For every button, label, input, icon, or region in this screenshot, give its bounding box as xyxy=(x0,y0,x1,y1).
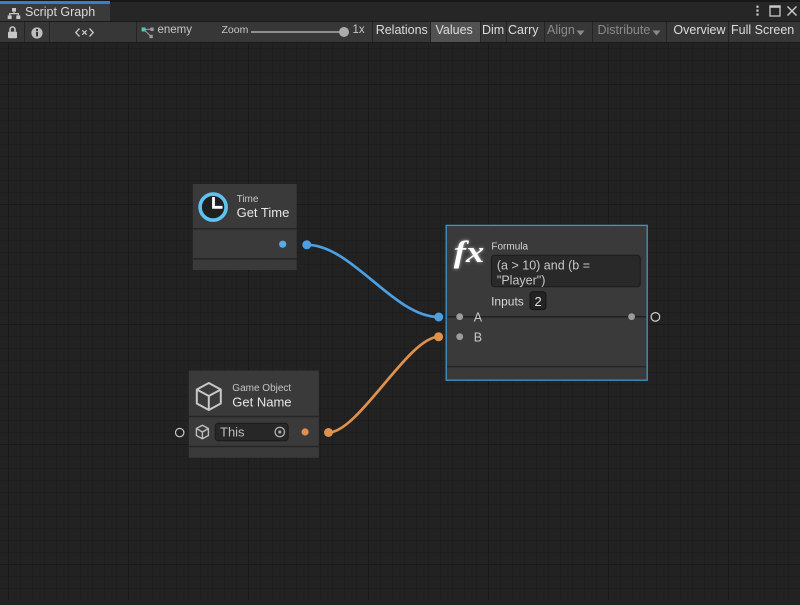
svg-text:(a > 10) and (b =: (a > 10) and (b = xyxy=(497,259,590,273)
svg-text:Inputs: Inputs xyxy=(491,294,524,308)
svg-text:A: A xyxy=(474,311,483,325)
svg-text:Game Object: Game Object xyxy=(232,383,291,394)
svg-text:B: B xyxy=(474,331,482,345)
svg-text:Get Time: Get Time xyxy=(237,205,290,220)
svg-text:"Player"): "Player") xyxy=(497,274,545,288)
svg-text:Formula: Formula xyxy=(491,242,528,253)
svg-text:Get Name: Get Name xyxy=(232,394,291,409)
svg-text:Time: Time xyxy=(237,194,259,205)
svg-text:This: This xyxy=(220,425,245,440)
svg-text:2: 2 xyxy=(535,294,542,309)
svg-text:fx: fx xyxy=(454,234,485,269)
